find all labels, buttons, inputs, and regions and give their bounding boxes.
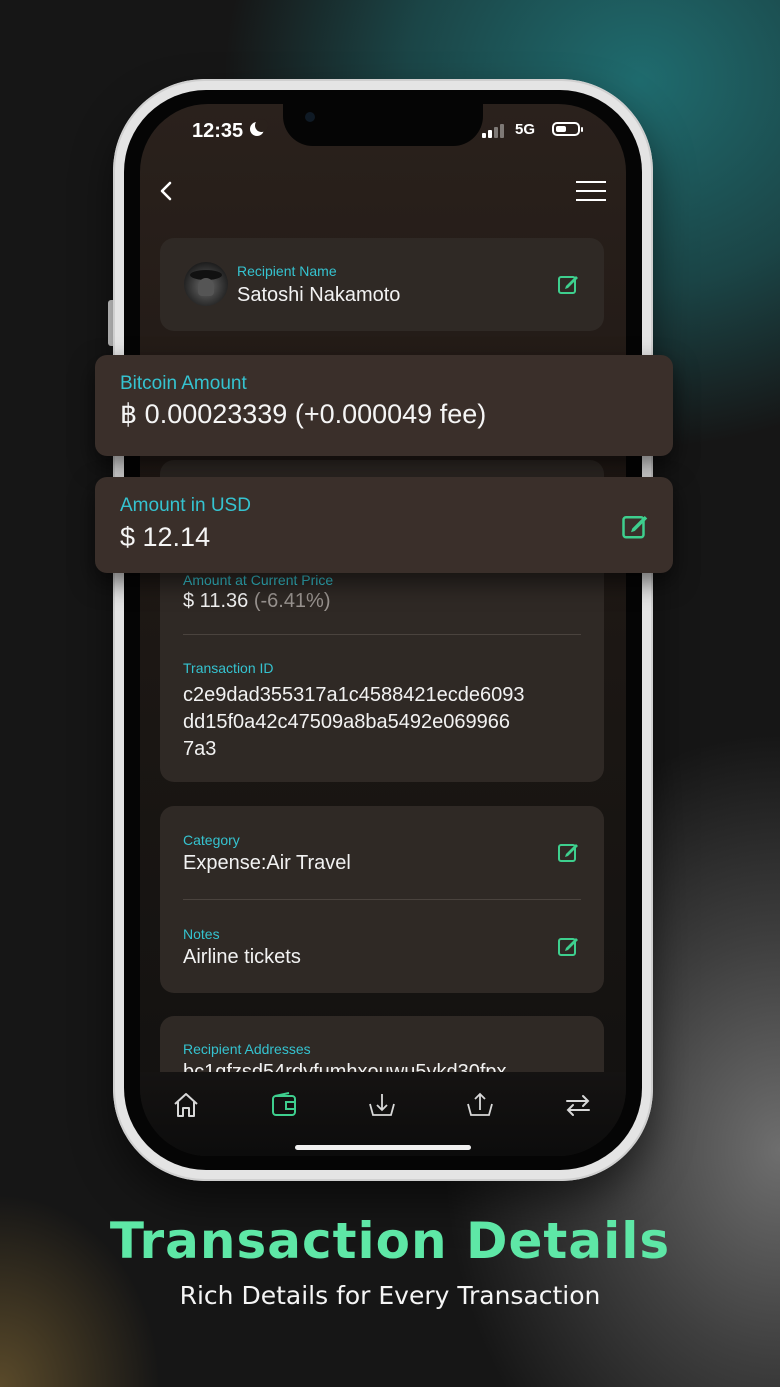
wallet-icon[interactable]	[269, 1090, 299, 1120]
battery-icon	[552, 122, 583, 136]
price-change: (-6.41%)	[253, 590, 331, 612]
receive-icon[interactable]	[367, 1090, 397, 1120]
edit-icon[interactable]	[557, 840, 581, 864]
current-price-label: Amount at Current Price	[183, 572, 334, 588]
network-type: 5G	[515, 121, 536, 138]
bitcoin-amount-value: ฿ 0.00023339 (+0.000049 fee)	[120, 399, 487, 429]
transaction-id-line: c2e9dad355317a1c4588421ecde6093	[183, 684, 525, 706]
send-icon[interactable]	[465, 1090, 495, 1120]
category-value: Expense:Air Travel	[183, 852, 351, 874]
addresses-label: Recipient Addresses	[183, 1041, 311, 1057]
tab-bar	[140, 1072, 626, 1156]
marketing-headline: Transaction Details	[109, 1212, 671, 1270]
home-icon[interactable]	[171, 1090, 201, 1120]
back-arrow-icon[interactable]	[158, 180, 176, 202]
current-price-row: $ 11.36 (-6.41%)	[183, 590, 331, 613]
notes-value: Airline tickets	[183, 946, 301, 968]
camera-icon	[305, 112, 315, 122]
usd-amount-label: Amount in USD	[120, 495, 251, 516]
bitcoin-amount-card: Bitcoin Amount ฿ 0.00023339 (+0.000049 f…	[95, 355, 673, 456]
transaction-id-value[interactable]: c2e9dad355317a1c4588421ecde6093 dd15f0a4…	[183, 682, 524, 763]
edit-icon[interactable]	[557, 934, 581, 958]
edit-icon[interactable]	[557, 272, 581, 296]
usd-amount-value: $ 12.14	[120, 522, 211, 552]
divider	[183, 899, 581, 900]
transaction-id-label: Transaction ID	[183, 660, 274, 676]
recipient-label: Recipient Name	[237, 263, 337, 279]
category-notes-card: Category Expense:Air Travel Notes Airlin…	[160, 806, 604, 993]
phone-screen: 12:35 5G Recipient Name Satoshi Nakamoto…	[140, 104, 626, 1156]
recipient-card[interactable]: Recipient Name Satoshi Nakamoto	[160, 238, 604, 331]
edit-icon[interactable]	[621, 511, 651, 541]
marketing-subline: Rich Details for Every Transaction	[179, 1281, 601, 1310]
status-time: 12:35	[192, 120, 244, 142]
usd-amount-card[interactable]: Amount in USD $ 12.14	[95, 477, 673, 573]
transaction-id-line: dd15f0a42c47509a8ba5492e069966	[183, 711, 511, 733]
bitcoin-amount-label: Bitcoin Amount	[120, 373, 247, 394]
transaction-id-line: 7a3	[183, 738, 217, 760]
home-indicator[interactable]	[295, 1145, 471, 1150]
signal-icon	[482, 124, 504, 138]
current-price-value: $ 11.36	[183, 590, 249, 612]
divider	[183, 634, 581, 635]
category-label: Category	[183, 832, 240, 848]
moon-icon	[250, 119, 268, 136]
menu-icon[interactable]	[576, 180, 606, 202]
notes-label: Notes	[183, 926, 220, 942]
recipient-name: Satoshi Nakamoto	[237, 284, 401, 306]
transfer-icon[interactable]	[563, 1090, 593, 1120]
avatar	[184, 262, 228, 306]
dynamic-island	[283, 104, 483, 146]
